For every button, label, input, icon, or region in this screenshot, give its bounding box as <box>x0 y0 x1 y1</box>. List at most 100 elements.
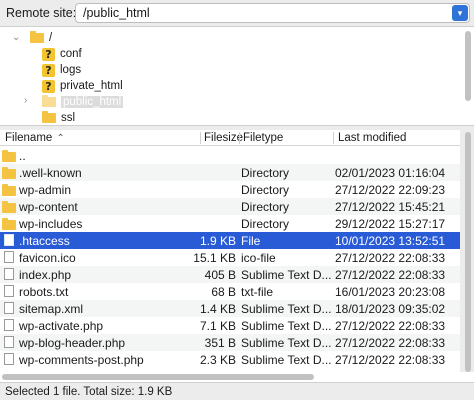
file-modified: 10/01/2023 13:52:51 <box>335 234 446 248</box>
file-icon <box>4 302 14 314</box>
file-icon <box>4 336 14 348</box>
file-type: Sublime Text D... <box>241 353 332 367</box>
tree-item-label: / <box>49 32 53 44</box>
tree-item-ssl[interactable]: ssl <box>42 110 76 125</box>
file-type: Directory <box>241 166 290 180</box>
list-item[interactable]: wp-includes Directory 29/12/2022 15:27:1… <box>0 215 460 232</box>
file-type: File <box>241 234 261 248</box>
file-name: wp-comments-post.php <box>19 353 144 367</box>
file-icon <box>4 251 14 263</box>
column-last-modified[interactable]: Last modified <box>338 132 406 144</box>
tree-item-root[interactable]: / <box>30 30 52 46</box>
tree-item-conf[interactable]: ? conf <box>42 46 82 62</box>
list-item[interactable]: .. <box>0 147 460 164</box>
file-size: 1.4 KB <box>199 302 236 316</box>
list-item[interactable]: wp-activate.php 7.1 KB Sublime Text D...… <box>0 317 460 334</box>
status-text: Selected 1 file. Total size: 1.9 KB <box>5 386 173 398</box>
chevron-right-icon[interactable]: › <box>24 95 27 106</box>
file-size: 15.1 KB <box>193 251 236 265</box>
chevron-down-icon[interactable]: ⌄ <box>12 32 20 43</box>
file-modified: 27/12/2022 22:08:33 <box>335 336 446 350</box>
tree-item-label: logs <box>60 64 82 76</box>
file-modified: 29/12/2022 15:27:17 <box>335 217 446 231</box>
list-item[interactable]: wp-content Directory 27/12/2022 15:45:21 <box>0 198 460 215</box>
column-divider[interactable] <box>239 132 240 144</box>
file-modified: 02/01/2023 01:16:04 <box>335 166 446 180</box>
file-type: Sublime Text D... <box>241 268 332 282</box>
remote-site-combobox[interactable]: /public_html ▾ <box>75 3 470 23</box>
file-icon <box>4 319 14 331</box>
file-modified: 27/12/2022 22:08:33 <box>335 353 446 367</box>
file-type: Directory <box>241 183 290 197</box>
column-divider[interactable] <box>200 132 201 144</box>
column-divider[interactable] <box>333 132 334 144</box>
file-size: 1.9 KB <box>199 234 236 248</box>
file-name: wp-activate.php <box>19 319 104 333</box>
folder-icon <box>2 150 16 162</box>
folder-icon <box>30 31 44 43</box>
folder-icon <box>2 184 16 196</box>
list-item[interactable]: wp-comments-post.php 2.3 KB Sublime Text… <box>0 351 460 368</box>
file-size: 7.1 KB <box>199 319 236 333</box>
file-type: ico-file <box>241 251 276 265</box>
file-icon <box>4 285 14 297</box>
folder-icon <box>42 111 56 123</box>
file-icon <box>4 234 14 246</box>
file-size: 2.3 KB <box>199 353 236 367</box>
file-size: 68 B <box>211 285 236 299</box>
file-type: Directory <box>241 200 290 214</box>
chevron-down-icon[interactable]: ▾ <box>452 5 468 21</box>
remote-site-path[interactable]: /public_html <box>83 6 150 20</box>
column-filename-label: Filename <box>5 132 53 144</box>
file-list-scrollbar[interactable] <box>465 132 471 372</box>
file-modified: 27/12/2022 22:09:23 <box>335 183 446 197</box>
tree-item-public-html[interactable]: public_html <box>42 94 124 110</box>
file-list-horizontal-scrollbar[interactable] <box>0 372 474 382</box>
sort-ascending-icon: ⌃ <box>56 133 65 144</box>
file-type: Directory <box>241 217 290 231</box>
file-modified: 27/12/2022 15:45:21 <box>335 200 446 214</box>
column-filename[interactable]: Filename ⌃ <box>5 132 65 144</box>
tree-scrollbar[interactable] <box>465 31 471 101</box>
list-item-selected[interactable]: .htaccess 1.9 KB File 10/01/2023 13:52:5… <box>0 232 460 249</box>
file-modified: 27/12/2022 22:08:33 <box>335 268 446 282</box>
folder-icon <box>2 201 16 213</box>
tree-item-label: ssl <box>61 112 76 124</box>
list-item[interactable]: wp-blog-header.php 351 B Sublime Text D.… <box>0 334 460 351</box>
file-name: index.php <box>19 268 72 282</box>
list-item[interactable]: wp-admin Directory 27/12/2022 22:09:23 <box>0 181 460 198</box>
unknown-folder-icon: ? <box>42 47 55 61</box>
list-item[interactable]: favicon.ico 15.1 KB ico-file 27/12/2022 … <box>0 249 460 266</box>
folder-icon <box>2 218 16 230</box>
scrollbar-thumb[interactable] <box>2 374 314 380</box>
file-name: wp-blog-header.php <box>19 336 126 350</box>
file-icon <box>4 268 14 280</box>
folder-icon <box>2 167 16 179</box>
file-modified: 16/01/2023 20:23:08 <box>335 285 446 299</box>
file-modified: 18/01/2023 09:35:02 <box>335 302 446 316</box>
file-name: .. <box>19 149 26 163</box>
file-icon <box>4 353 14 365</box>
list-item[interactable]: robots.txt 68 B txt-file 16/01/2023 20:2… <box>0 283 460 300</box>
tree-item-private-html[interactable]: ? private_html <box>42 78 123 94</box>
list-item[interactable]: .well-known Directory 02/01/2023 01:16:0… <box>0 164 460 181</box>
file-size: 405 B <box>204 268 236 282</box>
unknown-folder-icon: ? <box>42 79 55 93</box>
file-name: wp-content <box>19 200 78 214</box>
column-filesize[interactable]: Filesize <box>204 132 243 144</box>
list-item[interactable]: sitemap.xml 1.4 KB Sublime Text D... 18/… <box>0 300 460 317</box>
tree-item-label: conf <box>60 48 82 60</box>
tree-item-logs[interactable]: ? logs <box>42 62 81 78</box>
tree-item-label: private_html <box>60 80 123 92</box>
column-filetype[interactable]: Filetype <box>243 132 283 144</box>
file-type: Sublime Text D... <box>241 319 332 333</box>
tree-item-label: public_html <box>61 96 124 108</box>
unknown-folder-icon: ? <box>42 63 55 77</box>
file-list: .. .well-known Directory 02/01/2023 01:1… <box>0 146 460 372</box>
file-name: favicon.ico <box>19 251 76 265</box>
file-modified: 27/12/2022 22:08:33 <box>335 251 446 265</box>
file-name: robots.txt <box>19 285 69 299</box>
list-item[interactable]: index.php 405 B Sublime Text D... 27/12/… <box>0 266 460 283</box>
remote-site-label: Remote site: <box>6 6 77 20</box>
file-type: Sublime Text D... <box>241 336 332 350</box>
